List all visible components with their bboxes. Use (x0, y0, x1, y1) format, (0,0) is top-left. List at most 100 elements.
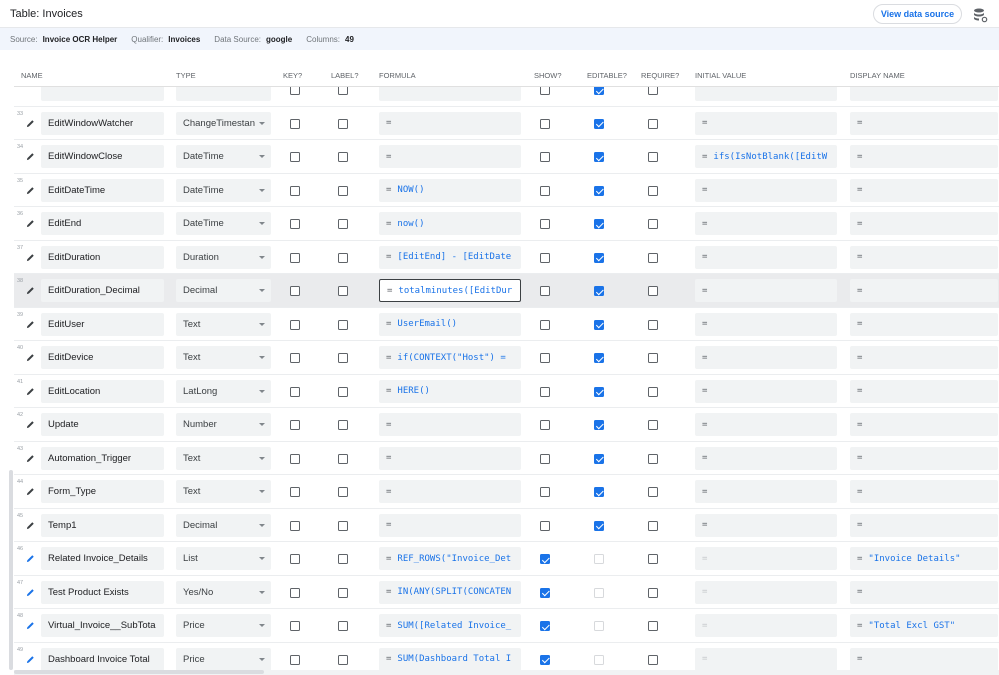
table-row[interactable]: 33 EditWindowWatcher ChangeTimestan = = = (14, 106, 999, 140)
formula-field[interactable] (379, 87, 521, 101)
initial-value-field[interactable]: = (695, 513, 837, 537)
editable-checkbox[interactable] (594, 453, 604, 464)
editable-checkbox[interactable] (594, 654, 604, 665)
type-select[interactable]: Yes/No (176, 580, 271, 604)
edit-pencil-icon[interactable] (26, 152, 35, 161)
key-checkbox[interactable] (290, 520, 300, 531)
table-row[interactable]: 35 EditDateTime DateTime = NOW() = = (14, 173, 999, 207)
edit-pencil-icon[interactable] (26, 454, 35, 463)
editable-checkbox[interactable] (594, 87, 604, 95)
initial-value-field[interactable] (695, 87, 837, 101)
header-key[interactable]: KEY? (283, 71, 302, 80)
require-checkbox[interactable] (648, 520, 658, 531)
formula-field[interactable]: = (379, 446, 521, 470)
label-checkbox[interactable] (338, 118, 348, 129)
table-row[interactable]: 39 EditUser Text = UserEmail() = = (14, 307, 999, 341)
require-checkbox[interactable] (648, 386, 658, 397)
table-row[interactable]: 38 EditDuration_Decimal Decimal = totalminut… (14, 274, 999, 308)
show-checkbox[interactable] (540, 353, 550, 363)
type-select[interactable]: DateTime (176, 178, 271, 202)
formula-field[interactable]: = (379, 480, 521, 503)
edit-pencil-icon[interactable] (26, 655, 35, 664)
require-checkbox[interactable] (648, 353, 658, 363)
type-select[interactable]: Text (176, 446, 271, 470)
type-select[interactable]: Decimal (176, 279, 271, 302)
label-checkbox[interactable] (338, 554, 348, 564)
show-checkbox[interactable] (540, 386, 550, 397)
formula-field[interactable]: = IN(ANY(SPLIT(CONCATEN (379, 580, 521, 604)
header-require[interactable]: REQUIRE? (641, 71, 679, 80)
show-checkbox[interactable] (540, 453, 550, 464)
view-data-source-button[interactable]: View data source (873, 4, 962, 24)
edit-pencil-icon[interactable] (26, 119, 35, 128)
edit-pencil-icon[interactable] (26, 286, 35, 295)
label-checkbox[interactable] (338, 520, 348, 531)
require-checkbox[interactable] (648, 319, 658, 330)
horizontal-scrollbar[interactable] (14, 670, 999, 675)
require-checkbox[interactable] (648, 420, 658, 430)
label-checkbox[interactable] (338, 386, 348, 397)
show-checkbox[interactable] (540, 319, 550, 330)
table-row[interactable]: 36 EditEnd DateTime = now() = = (14, 207, 999, 241)
display-name-field[interactable]: = "Total Excl GST" (850, 614, 998, 637)
editable-checkbox[interactable] (594, 487, 604, 497)
require-checkbox[interactable] (648, 152, 658, 162)
initial-value-field[interactable]: = (695, 580, 837, 604)
editable-checkbox[interactable] (594, 353, 604, 363)
display-name-field[interactable]: = (850, 413, 998, 436)
display-name-field[interactable]: = (850, 580, 998, 604)
display-name-field[interactable]: = (850, 111, 998, 135)
initial-value-field[interactable]: = (695, 480, 837, 503)
show-checkbox[interactable] (540, 654, 550, 665)
formula-field[interactable]: = (379, 513, 521, 537)
header-display-name[interactable]: DISPLAY NAME (850, 71, 905, 80)
key-checkbox[interactable] (290, 386, 300, 397)
require-checkbox[interactable] (648, 185, 658, 196)
type-select[interactable]: Price (176, 647, 271, 670)
type-select[interactable]: DateTime (176, 212, 271, 235)
edit-pencil-icon[interactable] (26, 387, 35, 396)
name-field[interactable]: EditDateTime (41, 178, 164, 202)
show-checkbox[interactable] (540, 420, 550, 430)
show-checkbox[interactable] (540, 219, 550, 229)
require-checkbox[interactable] (648, 118, 658, 129)
display-name-field[interactable]: = (850, 480, 998, 503)
label-checkbox[interactable] (338, 185, 348, 196)
initial-value-field[interactable]: = ifs(IsNotBlank([EditW (695, 145, 837, 168)
show-checkbox[interactable] (540, 87, 550, 95)
key-checkbox[interactable] (290, 487, 300, 497)
database-settings-icon[interactable] (972, 7, 988, 23)
name-field[interactable]: EditDuration (41, 245, 164, 269)
table-row[interactable]: 45 Temp1 Decimal = = = (14, 508, 999, 542)
key-checkbox[interactable] (290, 319, 300, 330)
formula-field[interactable]: = (379, 111, 521, 135)
initial-value-field[interactable]: = (695, 178, 837, 202)
table-row[interactable]: 44 Form_Type Text = = = (14, 475, 999, 509)
display-name-field[interactable]: = (850, 446, 998, 470)
name-field[interactable]: EditUser (41, 312, 164, 336)
display-name-field[interactable]: = (850, 312, 998, 336)
editable-checkbox[interactable] (594, 319, 604, 330)
type-select[interactable]: Text (176, 480, 271, 503)
formula-field[interactable]: = now() (379, 212, 521, 235)
name-field[interactable]: EditDevice (41, 346, 164, 369)
type-select[interactable]: List (176, 547, 271, 570)
table-row[interactable]: 49 Dashboard Invoice Total Price = SUM(Dashb… (14, 642, 999, 670)
name-field[interactable] (41, 87, 164, 101)
require-checkbox[interactable] (648, 252, 658, 263)
name-field[interactable]: Test Product Exists (41, 580, 164, 604)
type-select[interactable]: LatLong (176, 379, 271, 403)
formula-field[interactable]: = UserEmail() (379, 312, 521, 336)
show-checkbox[interactable] (540, 587, 550, 598)
display-name-field[interactable]: = (850, 647, 998, 670)
show-checkbox[interactable] (540, 152, 550, 162)
name-field[interactable]: EditWindowClose (41, 145, 164, 168)
show-checkbox[interactable] (540, 621, 550, 631)
label-checkbox[interactable] (338, 87, 348, 95)
require-checkbox[interactable] (648, 654, 658, 665)
display-name-field[interactable]: = (850, 178, 998, 202)
show-checkbox[interactable] (540, 286, 550, 296)
display-name-field[interactable]: = (850, 513, 998, 537)
editable-checkbox[interactable] (594, 621, 604, 631)
editable-checkbox[interactable] (594, 252, 604, 263)
